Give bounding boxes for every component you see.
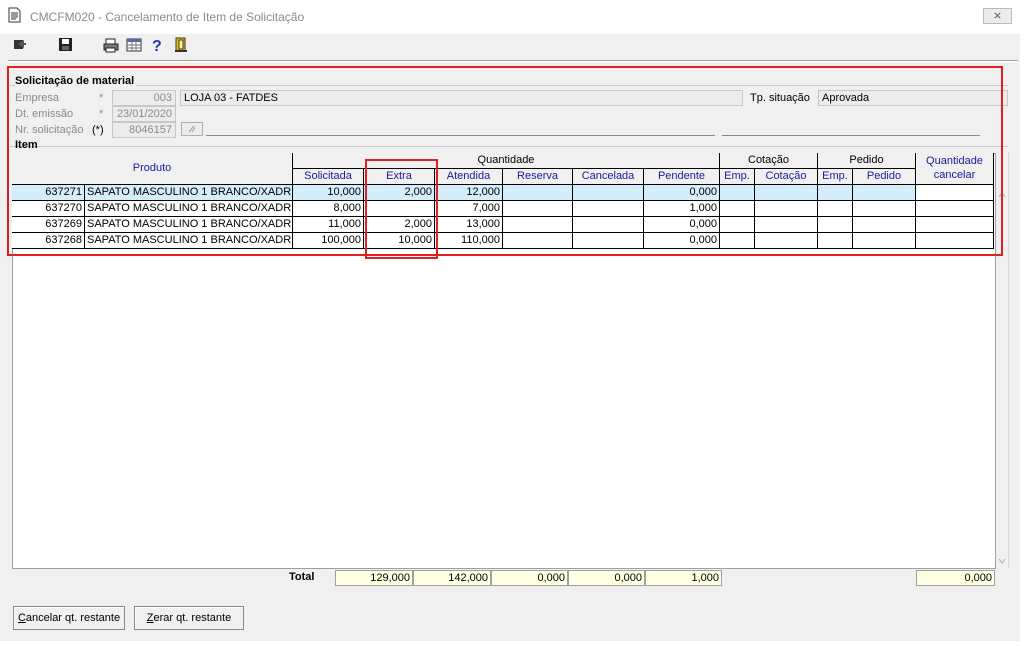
zerar-accel: Z — [146, 612, 154, 624]
zerar-label: erar qt. restante — [153, 612, 232, 624]
close-button[interactable]: ⨯ — [983, 8, 1012, 24]
total-label: Total — [289, 571, 315, 583]
toolbar-separator — [8, 60, 1018, 62]
extra-column-highlight — [365, 159, 438, 259]
cancelar-label: ancelar qt. restante — [25, 612, 121, 624]
total-cancelada: 0,000 — [568, 570, 645, 586]
document-icon — [8, 7, 21, 23]
total-solicitada: 129,000 — [335, 570, 413, 586]
total-pendente: 1,000 — [645, 570, 722, 586]
door-icon[interactable] — [172, 36, 190, 54]
highlight-box — [7, 66, 1003, 256]
total-atendida: 142,000 — [413, 570, 491, 586]
grid-icon[interactable] — [125, 36, 143, 54]
total-reserva: 0,000 — [491, 570, 568, 586]
save-icon[interactable] — [57, 36, 75, 54]
help-icon[interactable]: ? — [148, 36, 166, 54]
total-qtd-cancelar: 0,000 — [916, 570, 995, 586]
window-title: CMCFM020 - Cancelamento de Item de Solic… — [30, 10, 305, 24]
cancelar-accel: C — [17, 612, 26, 624]
window-edge — [1020, 34, 1025, 646]
exit-icon[interactable] — [11, 36, 29, 54]
window-edge — [0, 641, 1025, 646]
zerar-qt-restante-button[interactable]: Zerar qt. restante — [134, 606, 244, 630]
svg-text:?: ? — [152, 38, 162, 54]
cancelar-qt-restante-button[interactable]: Cancelar qt. restante — [13, 606, 125, 630]
print-icon[interactable] — [102, 36, 120, 54]
